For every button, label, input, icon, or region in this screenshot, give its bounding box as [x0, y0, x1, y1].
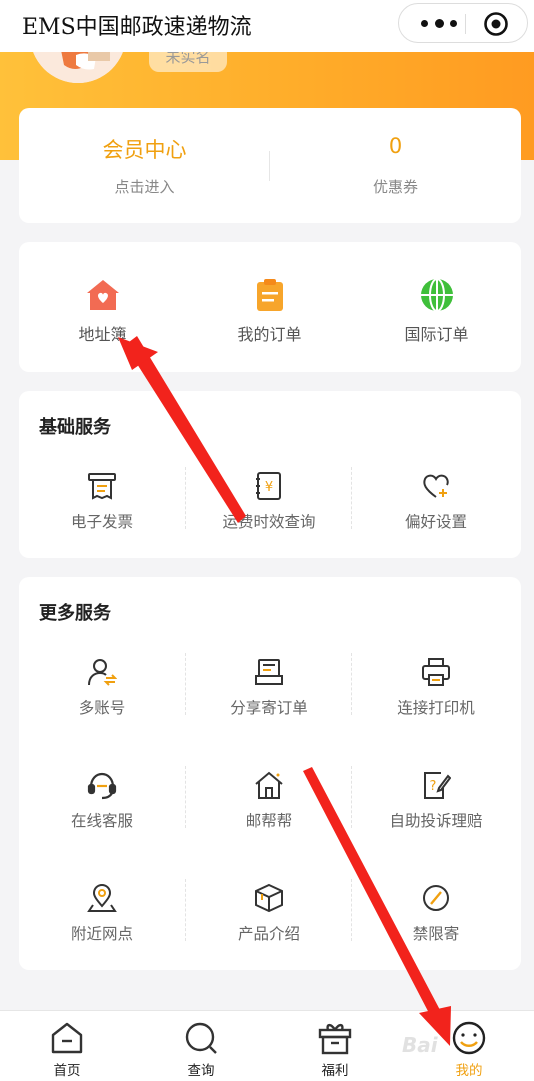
e-invoice-button[interactable]: 电子发票 — [19, 471, 185, 531]
product-intro-button[interactable]: 产品介绍 — [186, 883, 352, 943]
complaint-claim-label: 自助投诉理赔 — [389, 812, 483, 830]
multi-account-label: 多账号 — [78, 699, 126, 717]
preferences-label: 偏好设置 — [404, 513, 467, 531]
search-tab-icon — [184, 1021, 218, 1055]
member-center-button[interactable]: 会员中心 点击进入 — [19, 108, 270, 223]
orders-icon — [252, 278, 288, 312]
freight-query-icon: ¥ — [254, 471, 284, 501]
tab-mine-label: 我的 — [455, 1063, 483, 1079]
basic-services-title: 基础服务 — [39, 417, 111, 438]
divider — [351, 467, 352, 529]
complaint-claim-button[interactable]: ? 自助投诉理赔 — [353, 770, 519, 830]
connect-printer-label: 连接打印机 — [397, 699, 475, 717]
coupon-label: 优惠券 — [372, 178, 418, 196]
international-orders-label: 国际订单 — [404, 325, 469, 344]
preferences-button[interactable]: 偏好设置 — [353, 471, 519, 531]
capsule-divider — [465, 14, 466, 34]
prohibited-items-label: 禁限寄 — [412, 925, 460, 943]
printer-icon — [421, 657, 451, 687]
svg-text:?: ? — [430, 779, 437, 794]
more-services-card: 更多服务 多账号 分享寄订单 连接打印机 在线客服 邮帮帮 ? 自助投诉理赔 附… — [19, 577, 521, 970]
forbidden-icon — [421, 883, 451, 913]
coupon-button[interactable]: 0 优惠券 — [270, 108, 521, 223]
nearby-outlets-button[interactable]: 附近网点 — [19, 883, 185, 943]
divider — [351, 879, 352, 941]
multi-account-button[interactable]: 多账号 — [19, 657, 185, 717]
tab-welfare-label: 福利 — [321, 1063, 349, 1079]
heart-plus-icon — [421, 471, 451, 501]
gift-tab-icon — [318, 1021, 352, 1055]
headset-icon — [87, 770, 117, 800]
my-orders-button[interactable]: 我的订单 — [186, 242, 353, 372]
bottom-tab-bar: 首页 查询 福利 我的 — [0, 1010, 534, 1081]
share-order-button[interactable]: 分享寄订单 — [186, 657, 352, 717]
tab-home-label: 首页 — [53, 1063, 81, 1079]
share-order-icon — [254, 657, 284, 687]
tab-search-label: 查询 — [187, 1063, 215, 1079]
more-services-title: 更多服务 — [39, 603, 111, 624]
e-invoice-label: 电子发票 — [70, 513, 133, 531]
youbangbang-label: 邮帮帮 — [245, 812, 293, 830]
member-center-label: 会员中心 — [102, 138, 187, 162]
tab-welfare[interactable]: 福利 — [268, 1011, 402, 1081]
online-support-label: 在线客服 — [70, 812, 133, 830]
miniprogram-capsule — [398, 3, 528, 43]
app-title: EMS中国邮政速递物流 — [22, 15, 252, 40]
complaint-icon: ? — [421, 770, 452, 800]
member-card: 会员中心 点击进入 0 优惠券 — [19, 108, 521, 223]
share-order-label: 分享寄订单 — [230, 699, 308, 717]
youbangbang-button[interactable]: 邮帮帮 — [186, 770, 352, 830]
address-book-icon — [85, 278, 121, 312]
address-book-label: 地址簿 — [78, 325, 127, 344]
svg-text:¥: ¥ — [265, 480, 273, 495]
product-intro-label: 产品介绍 — [237, 925, 300, 943]
home-tab-icon — [50, 1021, 84, 1055]
quick-actions-card: 地址簿 我的订单 国际订单 — [19, 242, 521, 372]
title-bar: EMS中国邮政速递物流 — [0, 0, 534, 52]
tab-search[interactable]: 查询 — [134, 1011, 268, 1081]
multi-account-icon — [87, 657, 118, 687]
watermark: Bai — [402, 1033, 438, 1057]
receipt-icon — [87, 471, 117, 501]
prohibited-items-button[interactable]: 禁限寄 — [353, 883, 519, 943]
house-icon — [254, 770, 284, 800]
coupon-count: 0 — [388, 134, 403, 158]
divider — [351, 766, 352, 828]
divider — [351, 653, 352, 715]
member-center-sub: 点击进入 — [114, 178, 175, 196]
international-orders-button[interactable]: 国际订单 — [353, 242, 520, 372]
tab-home[interactable]: 首页 — [0, 1011, 134, 1081]
globe-icon — [419, 278, 455, 312]
online-support-button[interactable]: 在线客服 — [19, 770, 185, 830]
box-icon — [254, 883, 284, 913]
address-book-button[interactable]: 地址簿 — [19, 242, 186, 372]
close-miniprogram-icon[interactable] — [483, 11, 509, 37]
basic-services-card: 基础服务 电子发票 ¥ 运费时效查询 偏好设置 — [19, 391, 521, 558]
freight-query-label: 运费时效查询 — [222, 513, 316, 531]
profile-tab-icon — [452, 1021, 486, 1055]
connect-printer-button[interactable]: 连接打印机 — [353, 657, 519, 717]
nearby-outlets-label: 附近网点 — [70, 925, 133, 943]
my-orders-label: 我的订单 — [237, 325, 302, 344]
freight-query-button[interactable]: ¥ 运费时效查询 — [186, 471, 352, 531]
more-menu-icon[interactable] — [417, 4, 463, 42]
location-icon — [87, 883, 117, 913]
